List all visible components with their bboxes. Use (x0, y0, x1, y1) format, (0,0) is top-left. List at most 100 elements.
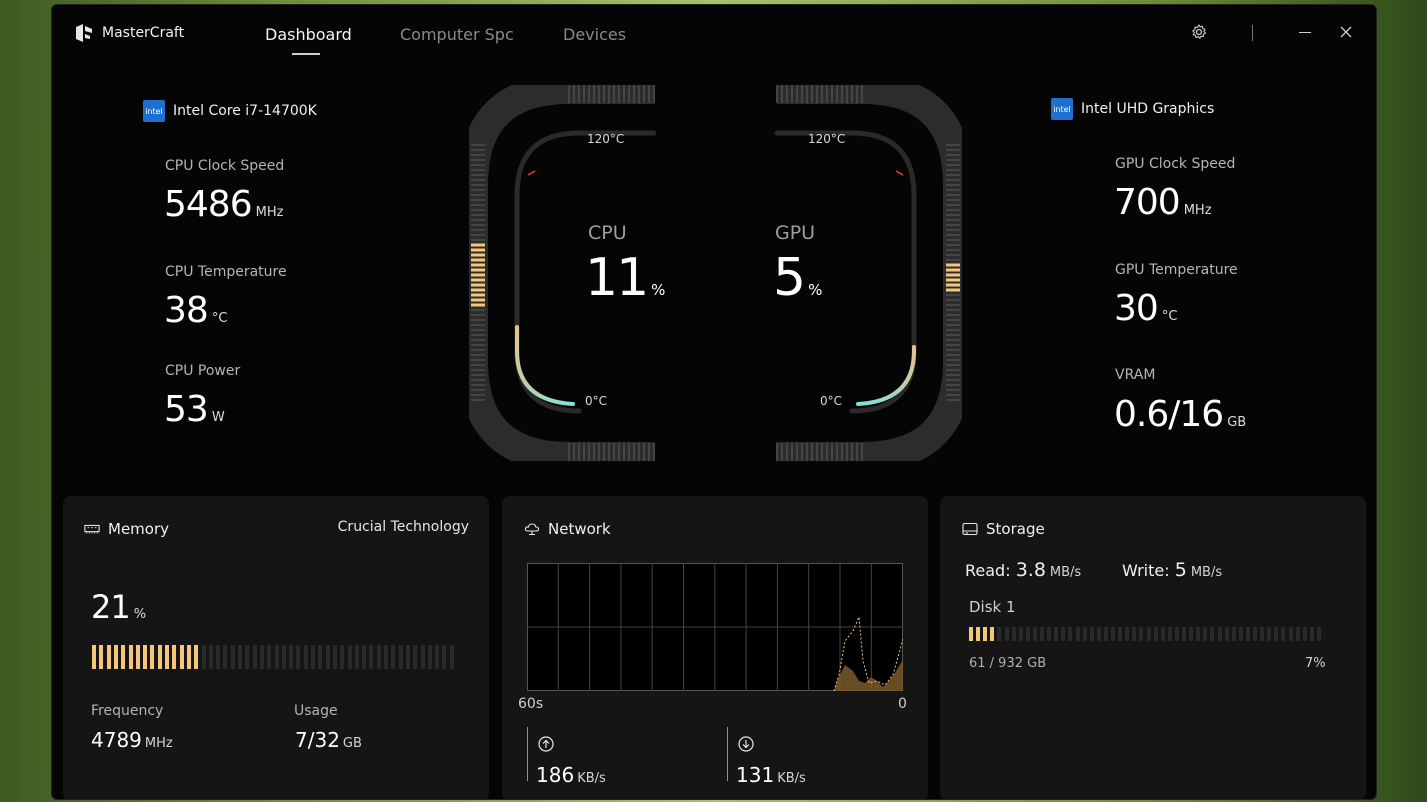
disk-bar-segment (1118, 627, 1123, 641)
memory-usage-label: Usage (294, 703, 338, 719)
disk-bar-segment (1040, 627, 1044, 641)
memory-bar-segment (121, 645, 126, 669)
cpu-power-value: 53 W (164, 389, 225, 430)
memory-usage-value: 7/32 GB (295, 728, 362, 752)
memory-bar-segment (135, 645, 140, 669)
memory-bar-segment (267, 645, 272, 669)
disk-bar-segment (1302, 627, 1307, 641)
disk-name: Disk 1 (969, 598, 1016, 616)
title-bar: MasterCraft Dashboard Computer Spc Devic… (52, 5, 1376, 61)
disk-bar-segment (1295, 627, 1300, 641)
memory-chip-icon (84, 524, 100, 534)
memory-bar-segment (238, 645, 242, 669)
memory-frequency-value: 4789 MHz (91, 728, 173, 752)
cpu-power-label: CPU Power (165, 363, 241, 379)
disk-bar-segment (1167, 627, 1172, 641)
storage-read: Read: 3.8 MB/s (965, 559, 1082, 581)
memory-bar-segment (245, 645, 250, 669)
cpu-usage-value: 11% (585, 248, 666, 308)
memory-bar-segment (325, 645, 330, 669)
disk-bar-segment (1245, 627, 1250, 641)
memory-bar-segment (208, 645, 213, 669)
cpu-gauge-min: 0°C (585, 394, 608, 408)
memory-bar-segment (157, 645, 162, 669)
mastercraft-logo-icon (76, 24, 92, 42)
memory-bar-segment (413, 645, 418, 669)
memory-bar-segment (303, 645, 308, 669)
gpu-clock-value: 700 MHz (1114, 182, 1212, 223)
disk-bar-segment (969, 627, 973, 641)
memory-bar-segment (318, 645, 323, 669)
memory-bar-segment (99, 645, 104, 669)
tab-computer-spec[interactable]: Computer Spc (400, 25, 514, 44)
memory-bar-segment (194, 645, 199, 669)
disk-bar-segment (1160, 627, 1165, 641)
network-card: Network 60s 0 186 KB/s 131 KB/s (502, 496, 928, 799)
titlebar-divider (1252, 25, 1253, 41)
memory-bar-segment (259, 645, 264, 669)
disk-bar-segment (1125, 627, 1130, 641)
gear-icon[interactable] (1191, 24, 1207, 40)
memory-bar-segment (165, 645, 169, 669)
memory-brand: Crucial Technology (337, 519, 469, 535)
app-name: MasterCraft (102, 25, 185, 41)
memory-bar-segment (449, 645, 454, 669)
disk-bar-segment (1068, 627, 1073, 641)
memory-bar-segment (216, 645, 221, 669)
gpu-temp-arc (856, 345, 916, 406)
memory-bar-segment (296, 645, 301, 669)
disk-bar-segment (1253, 627, 1257, 641)
disk-bar-segment (1025, 627, 1030, 641)
disk-bar-segment (1004, 627, 1009, 641)
disk-bar-segment (1267, 627, 1272, 641)
tab-dashboard[interactable]: Dashboard (265, 25, 352, 44)
memory-bar-segment (398, 645, 403, 669)
network-cloud-icon (524, 523, 540, 536)
disk-bar-segment (1146, 627, 1151, 641)
minimize-icon[interactable] (1299, 32, 1311, 33)
disk-bar-segment (1075, 627, 1080, 641)
upload-speed-value: 186 KB/s (536, 763, 606, 787)
memory-bar-segment (186, 645, 191, 669)
memory-bar-segment (223, 645, 228, 669)
memory-card: Memory Crucial Technology 21% Frequency … (63, 496, 489, 799)
disk-percent: 7% (1305, 656, 1326, 671)
memory-bar-segment (274, 645, 279, 669)
intel-logo-icon: intel (1051, 98, 1073, 120)
disk-bar-segment (976, 627, 981, 641)
memory-bar-segment (376, 645, 381, 669)
memory-bar-segment (362, 645, 367, 669)
cpu-clock-value: 5486 MHz (164, 184, 284, 225)
memory-usage-bar (92, 645, 456, 669)
cpu-temp-arc (515, 325, 575, 406)
disk-bar-segment (1203, 627, 1208, 641)
cpu-gauge-max: 120°C (587, 132, 625, 146)
disk-bar-segment (1196, 627, 1201, 641)
memory-bar-segment (347, 645, 352, 669)
tab-devices[interactable]: Devices (563, 25, 626, 44)
memory-usage-percent: 21% (91, 588, 147, 626)
app-window: MasterCraft Dashboard Computer Spc Devic… (51, 4, 1377, 800)
disk-bar-segment (1174, 627, 1179, 641)
memory-bar-segment (150, 645, 155, 669)
storage-title: Storage (962, 520, 1045, 538)
disk-bar-segment (1139, 627, 1144, 641)
memory-frequency-label: Frequency (91, 703, 164, 719)
memory-bar-segment (113, 645, 118, 669)
close-icon[interactable] (1340, 26, 1352, 38)
disk-bar-segment (990, 627, 995, 641)
disk-bar-segment (997, 627, 1002, 641)
cpu-header: intel Intel Core i7-14700K (143, 100, 317, 122)
network-title: Network (524, 520, 611, 538)
vram-label: VRAM (1115, 367, 1156, 383)
disk-bar-segment (1089, 627, 1094, 641)
cpu-temp-value: 38 °C (164, 290, 228, 331)
memory-bar-segment (201, 645, 206, 669)
disk-usage-bar (969, 627, 1325, 641)
disk-bar-segment (1061, 627, 1066, 641)
upload-arrow-icon (538, 736, 554, 752)
memory-bar-segment (427, 645, 432, 669)
disk-bar-segment (1281, 627, 1286, 641)
disk-bar-segment (1210, 627, 1215, 641)
storage-card: Storage Read: 3.8 MB/s Write: 5 MB/s Disk … (940, 496, 1366, 799)
